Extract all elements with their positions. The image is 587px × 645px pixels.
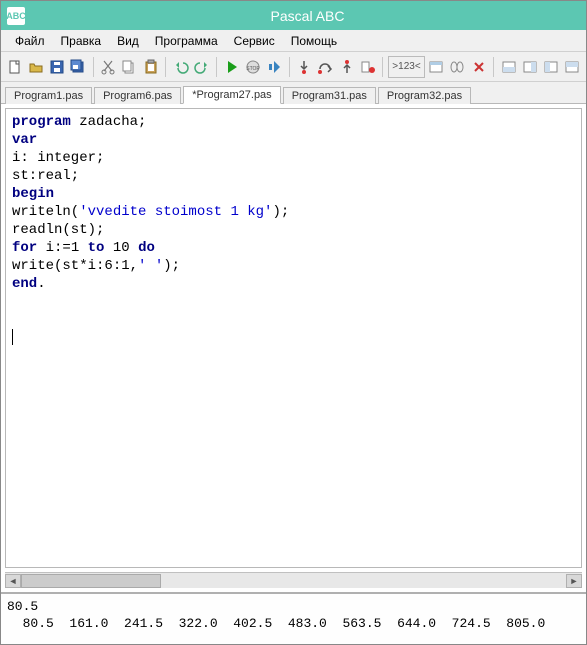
code-kw: end: [12, 276, 37, 292]
code-text: zadacha;: [71, 114, 147, 130]
code-text: write(st*i:6:1,: [12, 258, 138, 274]
code-text: 10: [104, 240, 138, 256]
new-file-icon[interactable]: [5, 56, 24, 78]
separator: [216, 57, 217, 77]
tab-program31[interactable]: Program31.pas: [283, 87, 376, 104]
step-into-icon[interactable]: [295, 56, 314, 78]
code-string: 'vvedite stoimost 1 kg': [79, 204, 272, 220]
console-icon[interactable]: [427, 56, 446, 78]
tab-program32[interactable]: Program32.pas: [378, 87, 471, 104]
output-line: 80.5: [7, 599, 38, 614]
paste-icon[interactable]: [141, 56, 160, 78]
code-text: st:real;: [12, 168, 79, 184]
step-over-icon[interactable]: [316, 56, 335, 78]
menubar: Файл Правка Вид Программа Сервис Помощь: [1, 30, 586, 52]
editor-area: program zadacha; var i: integer; st:real…: [1, 104, 586, 592]
menu-program[interactable]: Программа: [147, 32, 226, 50]
separator: [289, 57, 290, 77]
tab-program27[interactable]: *Program27.pas: [183, 86, 281, 104]
code-string: ' ': [138, 258, 163, 274]
close-output-icon[interactable]: [469, 56, 488, 78]
stop-icon[interactable]: STOP: [243, 56, 262, 78]
toolbar: STOP >123<: [1, 52, 586, 82]
tabstrip: Program1.pas Program6.pas *Program27.pas…: [1, 82, 586, 104]
menu-file[interactable]: Файл: [7, 32, 53, 50]
open-file-icon[interactable]: [26, 56, 45, 78]
breakpoint-icon[interactable]: [358, 56, 377, 78]
panel-2-icon[interactable]: [520, 56, 539, 78]
undo-icon[interactable]: [171, 56, 190, 78]
step-icon[interactable]: [265, 56, 284, 78]
code-kw: to: [88, 240, 105, 256]
tab-program1[interactable]: Program1.pas: [5, 87, 92, 104]
separator: [93, 57, 94, 77]
step-out-icon[interactable]: [337, 56, 356, 78]
menu-edit[interactable]: Правка: [53, 32, 110, 50]
separator: [493, 57, 494, 77]
scroll-thumb[interactable]: [21, 574, 161, 588]
tab-program6[interactable]: Program6.pas: [94, 87, 181, 104]
titlebar: ABC Pascal ABC: [1, 1, 586, 30]
app-icon: ABC: [7, 7, 25, 25]
redo-icon[interactable]: [192, 56, 211, 78]
code-text: .: [37, 276, 45, 292]
separator: [382, 57, 383, 77]
separator: [165, 57, 166, 77]
code-kw: begin: [12, 186, 54, 202]
svg-text:STOP: STOP: [246, 66, 260, 72]
scroll-right-icon[interactable]: ►: [566, 574, 582, 588]
code-kw: for: [12, 240, 37, 256]
code-text: i: integer;: [12, 150, 104, 166]
menu-view[interactable]: Вид: [109, 32, 147, 50]
output-pane: 80.5 80.5 161.0 241.5 322.0 402.5 483.0 …: [1, 592, 586, 644]
horizontal-scrollbar[interactable]: ◄ ►: [5, 572, 582, 588]
window-title: Pascal ABC: [35, 8, 580, 24]
save-icon[interactable]: [47, 56, 66, 78]
save-all-icon[interactable]: [69, 56, 88, 78]
code-kw: program: [12, 114, 71, 130]
text-cursor: [12, 329, 13, 345]
menu-service[interactable]: Сервис: [226, 32, 283, 50]
code-text: );: [163, 258, 180, 274]
scroll-left-icon[interactable]: ◄: [5, 574, 21, 588]
code-editor[interactable]: program zadacha; var i: integer; st:real…: [5, 108, 582, 568]
output-icon[interactable]: [448, 56, 467, 78]
menu-help[interactable]: Помощь: [283, 32, 345, 50]
code-text: i:=1: [37, 240, 87, 256]
code-text: );: [272, 204, 289, 220]
copy-icon[interactable]: [120, 56, 139, 78]
scroll-track[interactable]: [21, 574, 566, 588]
code-text: readln(st);: [12, 222, 104, 238]
run-icon[interactable]: [222, 56, 241, 78]
code-kw: do: [138, 240, 155, 256]
output-line: 80.5 161.0 241.5 322.0 402.5 483.0 563.5…: [7, 616, 545, 631]
watch-icon[interactable]: >123<: [388, 56, 424, 78]
panel-4-icon[interactable]: [563, 56, 582, 78]
cut-icon[interactable]: [99, 56, 118, 78]
panel-1-icon[interactable]: [499, 56, 518, 78]
code-text: writeln(: [12, 204, 79, 220]
panel-3-icon[interactable]: [541, 56, 560, 78]
code-kw: var: [12, 132, 37, 148]
